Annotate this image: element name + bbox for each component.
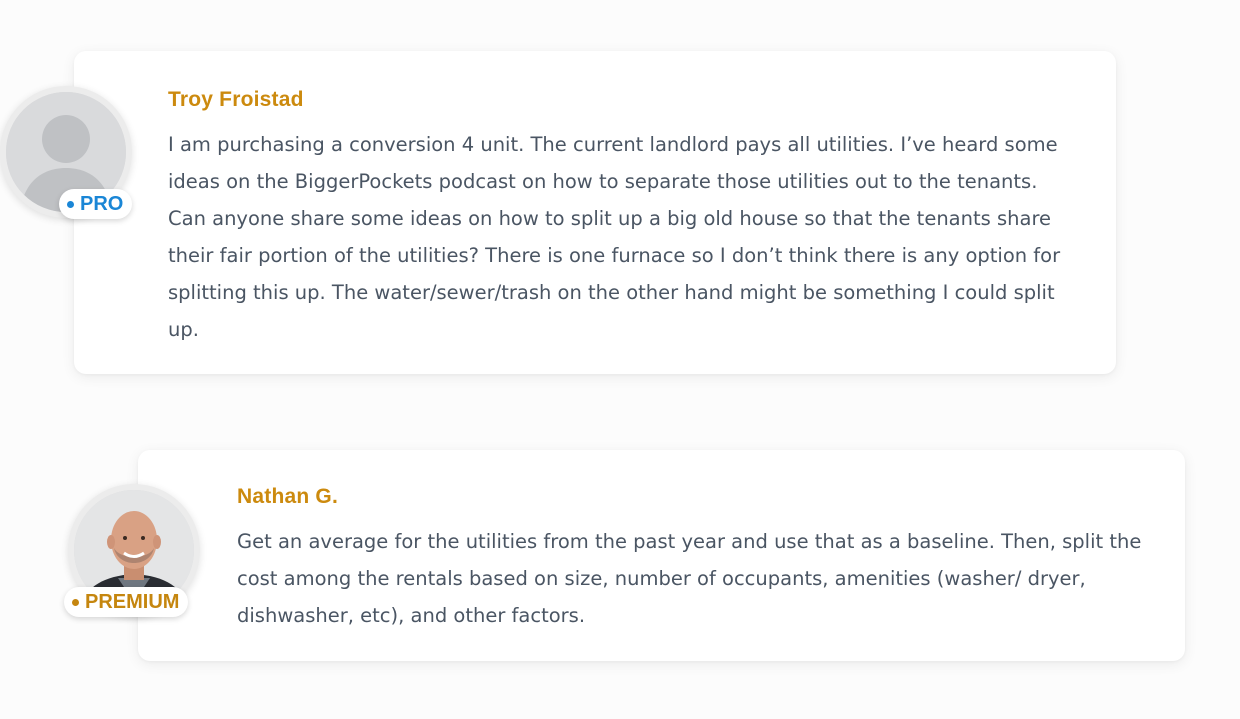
post-body: I am purchasing a conversion 4 unit. The… xyxy=(168,133,1061,341)
premium-badge: PREMIUM xyxy=(64,587,189,617)
badge-label: PRO xyxy=(80,193,124,215)
post-body: Get an average for the utilities from th… xyxy=(237,530,1142,627)
badge-dot-icon xyxy=(72,598,79,606)
author-name-link[interactable]: Nathan G. xyxy=(237,485,338,509)
forum-thread: Troy Froistad I am purchasing a conversi… xyxy=(0,0,1240,719)
pro-badge: PRO xyxy=(59,189,133,219)
badge-dot-icon xyxy=(67,200,74,208)
author-name-link[interactable]: Troy Froistad xyxy=(168,88,304,112)
post-card: Nathan G. Get an average for the utiliti… xyxy=(138,450,1185,661)
post-card: Troy Froistad I am purchasing a conversi… xyxy=(74,51,1116,374)
badge-label: PREMIUM xyxy=(85,591,180,613)
